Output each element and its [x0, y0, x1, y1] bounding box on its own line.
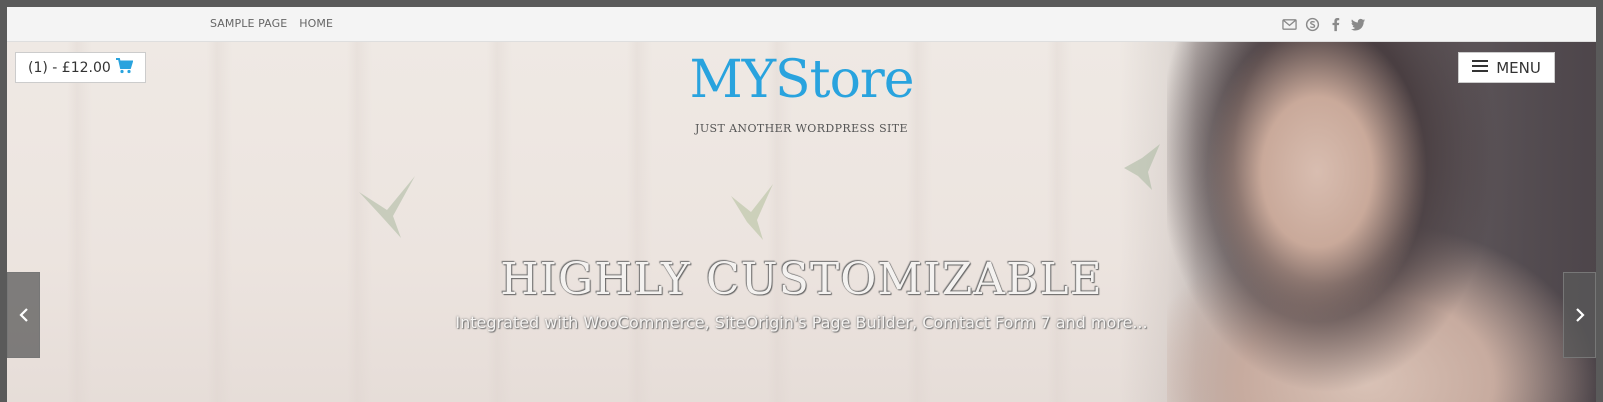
twitter-icon[interactable]: [1350, 16, 1366, 32]
slide-title: HIGHLY CUSTOMIZABLE: [500, 254, 1103, 305]
page-frame: SAMPLE PAGE HOME (1) - £12.00 MYStore JU…: [7, 7, 1596, 402]
nav-link-home[interactable]: HOME: [299, 17, 333, 30]
menu-button[interactable]: MENU: [1458, 52, 1555, 83]
paper-crane-decoration: [359, 176, 415, 238]
social-links: [1281, 16, 1366, 32]
top-navigation: SAMPLE PAGE HOME: [210, 17, 333, 30]
site-branding: MYStore JUST ANOTHER WORDPRESS SITE: [7, 48, 1596, 135]
site-description: JUST ANOTHER WORDPRESS SITE: [695, 122, 908, 135]
menu-label: MENU: [1496, 58, 1541, 77]
facebook-icon[interactable]: [1327, 16, 1343, 32]
slide-text: Integrated with WooCommerce, SiteOrigin'…: [455, 313, 1148, 332]
top-bar: SAMPLE PAGE HOME: [7, 7, 1596, 42]
slider-next-button[interactable]: [1563, 272, 1596, 358]
paper-crane-decoration: [731, 184, 773, 240]
hamburger-icon: [1472, 59, 1489, 77]
skype-icon[interactable]: [1304, 16, 1320, 32]
nav-link-sample-page[interactable]: SAMPLE PAGE: [210, 17, 287, 30]
site-title[interactable]: MYStore: [689, 48, 914, 112]
slider-prev-button[interactable]: [7, 272, 40, 358]
paper-crane-decoration: [1124, 144, 1160, 190]
slide-caption: HIGHLY CUSTOMIZABLE Integrated with WooC…: [7, 254, 1596, 332]
hero-slider: (1) - £12.00 MYStore JUST ANOTHER WORDPR…: [7, 42, 1596, 402]
chevron-left-icon: [18, 308, 28, 322]
chevron-right-icon: [1575, 308, 1585, 322]
email-icon[interactable]: [1281, 16, 1297, 32]
